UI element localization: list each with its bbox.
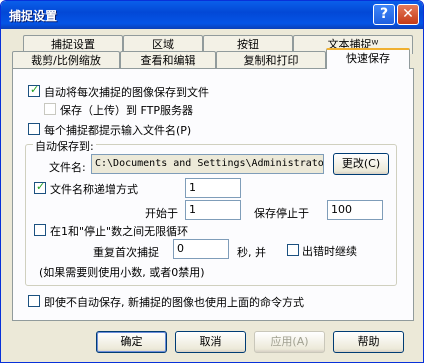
settings-dialog: 捕捉设置 ? ✕ 捕捉设置 区域 按钮 文本捕捉ᵂ 裁剪/比例缩放 查看和编辑 … xyxy=(0,0,424,363)
close-icon[interactable]: ✕ xyxy=(397,4,419,25)
increment-checkbox[interactable] xyxy=(34,180,46,194)
command-checkbox[interactable] xyxy=(28,295,40,307)
help-icon[interactable]: ? xyxy=(373,4,395,25)
repeat-label: 重复首次捕捉 xyxy=(93,246,159,259)
prompt-filename-checkbox[interactable] xyxy=(28,123,40,135)
autosave-checkbox[interactable] xyxy=(28,83,40,97)
tab-quick-save[interactable]: 快速保存 xyxy=(326,48,410,69)
help-button[interactable]: 帮助 xyxy=(333,331,404,353)
start-label: 开始于 xyxy=(145,207,178,220)
decimal-note: (如果需要则使用小数, 或者0禁用) xyxy=(39,266,205,279)
stop-field[interactable]: 100 xyxy=(327,200,383,220)
ftp-label: 保存（上传）到 FTP服务器 xyxy=(60,104,193,117)
stop-label: 保存停止于 xyxy=(254,207,309,220)
continue-on-error-checkbox[interactable] xyxy=(287,244,299,256)
autosave-to-label: 自动保存到: xyxy=(33,138,96,154)
apply-button[interactable]: 应用(A) xyxy=(254,331,325,353)
increment-field[interactable]: 1 xyxy=(185,178,241,198)
command-label: 即使不自动保存, 新捕捉的图像也使用上面的命令方式 xyxy=(44,296,304,309)
dialog-title: 捕捉设置 xyxy=(9,9,58,23)
filename-label: 文件名: xyxy=(49,161,86,174)
repeat-field[interactable]: 0 xyxy=(173,239,229,259)
filename-field[interactable]: C:\Documents and Settings\Administrato xyxy=(91,154,324,174)
change-button[interactable]: 更改(C) xyxy=(333,153,389,175)
autosave-label: 自动将每次捕捉的图像保存到文件 xyxy=(44,86,209,99)
ftp-checkbox[interactable] xyxy=(44,103,56,115)
loop-label: 在1和"停止"数之间无限循环 xyxy=(50,225,189,238)
seconds-label: 秒, 并 xyxy=(237,246,266,259)
increment-label: 文件名称递增方式 xyxy=(50,183,138,196)
start-field[interactable]: 1 xyxy=(185,200,241,220)
prompt-filename-label: 每个捕捉都提示输入文件名(P) xyxy=(44,124,192,137)
loop-checkbox[interactable] xyxy=(34,224,46,236)
title-bar: 捕捉设置 ? ✕ xyxy=(1,1,423,29)
continue-on-error-label: 出错时继续 xyxy=(302,245,357,258)
cancel-button[interactable]: 取消 xyxy=(175,331,246,353)
ok-button[interactable]: 确定 xyxy=(96,331,167,353)
